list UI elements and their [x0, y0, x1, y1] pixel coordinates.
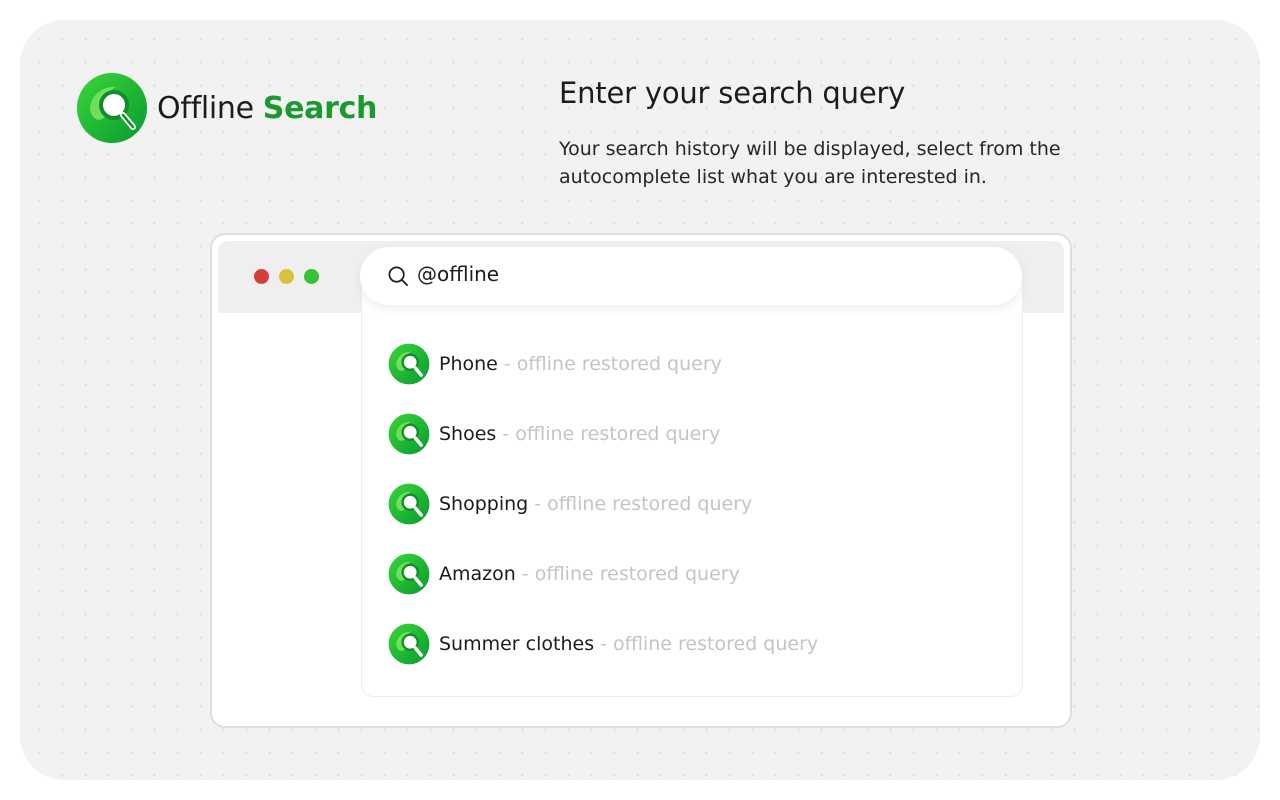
suggestion-list: Phone - offline restored query Shoes - o…: [388, 329, 1008, 679]
suggestion-note: - offline restored query: [521, 563, 740, 585]
suggestion-term: Summer clothes: [439, 633, 595, 655]
suggestion-term: Shopping: [439, 493, 529, 515]
suggestion-term: Amazon: [439, 563, 516, 585]
suggestion-item[interactable]: Phone - offline restored query: [388, 329, 1008, 399]
window-maximize-button[interactable]: [304, 269, 319, 284]
suggestion-term: Phone: [439, 353, 498, 375]
suggestion-item[interactable]: Amazon - offline restored query: [388, 539, 1008, 609]
suggestion-note: - offline restored query: [534, 493, 753, 515]
hero-card: Offline Search Enter your search query Yo…: [20, 20, 1260, 780]
window-close-button[interactable]: [254, 269, 269, 284]
search-bar[interactable]: @offline: [360, 247, 1022, 305]
window-minimize-button[interactable]: [279, 269, 294, 284]
suggestion-note: - offline restored query: [502, 423, 721, 445]
suggestion-item[interactable]: Summer clothes - offline restored query: [388, 609, 1008, 679]
page-title: Enter your search query: [559, 76, 906, 110]
suggestion-logo-icon: [388, 623, 430, 665]
brand-name-search: Search: [262, 90, 378, 126]
suggestion-term: Shoes: [439, 423, 497, 445]
suggestion-logo-icon: [388, 483, 430, 525]
suggestion-note: - offline restored query: [600, 633, 819, 655]
search-icon: [388, 266, 408, 286]
suggestion-logo-icon: [388, 553, 430, 595]
browser-window: Phone - offline restored query Shoes - o…: [210, 233, 1072, 728]
magnifier-logo-icon: [77, 73, 147, 143]
search-input[interactable]: @offline: [417, 262, 499, 286]
suggestion-logo-icon: [388, 413, 430, 455]
brand-name: Offline Search: [157, 91, 377, 126]
suggestion-note: - offline restored query: [503, 353, 722, 375]
page-description: Your search history will be displayed, s…: [559, 138, 1061, 188]
suggestion-item[interactable]: Shopping - offline restored query: [388, 469, 1008, 539]
suggestion-logo-icon: [388, 343, 430, 385]
autocomplete-dropdown: Phone - offline restored query Shoes - o…: [361, 275, 1023, 697]
brand-logo: Offline Search: [76, 72, 377, 144]
brand-name-offline: Offline: [157, 90, 254, 126]
suggestion-item[interactable]: Shoes - offline restored query: [388, 399, 1008, 469]
